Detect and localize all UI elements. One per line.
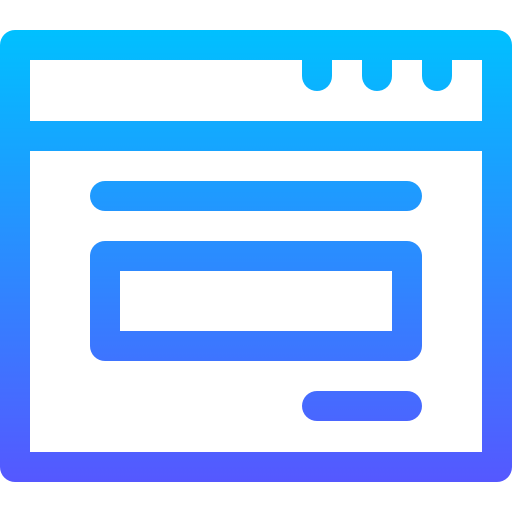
title-bar-divider: [30, 121, 482, 151]
browser-window-form-graphic: [0, 30, 512, 482]
window-control-3: [422, 55, 452, 91]
input-field: [90, 241, 422, 361]
heading-line: [90, 181, 422, 211]
window-control-2: [362, 55, 392, 91]
window-controls: [302, 55, 452, 91]
action-button: [302, 391, 422, 421]
browser-window-form-icon: [0, 0, 512, 512]
window-control-1: [302, 55, 332, 91]
